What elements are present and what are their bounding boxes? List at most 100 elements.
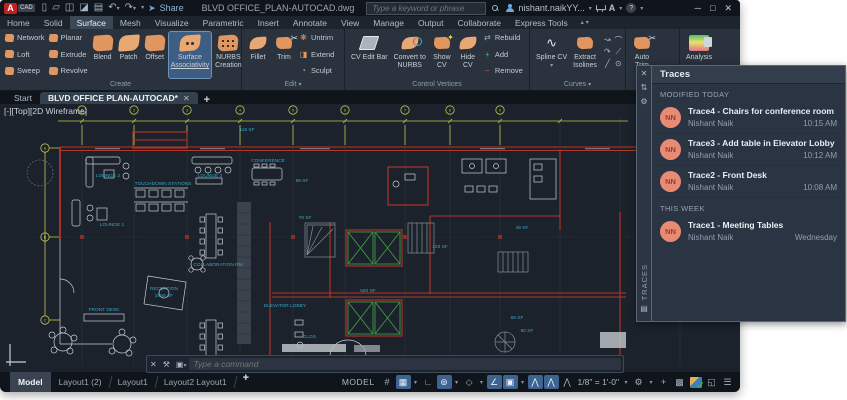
trim-button[interactable]: ✂ Trim (272, 32, 298, 78)
model-space-label[interactable]: MODEL (342, 377, 375, 387)
rebuild-button[interactable]: ⇄ Rebuild (483, 33, 523, 42)
palette-close-icon[interactable]: ✕ (641, 69, 648, 78)
qat-dropdown-icon[interactable]: ▾ (141, 3, 144, 13)
search-box[interactable] (366, 1, 487, 15)
layout-tab-layout2[interactable]: Layout2 Layout1 (156, 372, 235, 392)
isolate-objects-icon[interactable]: ▩ (672, 375, 687, 389)
new-layout-button[interactable]: + (235, 372, 257, 392)
snap-mode-icon[interactable]: ▦ (395, 375, 411, 389)
redo-icon[interactable]: ↷▾ (125, 2, 136, 14)
object-snap-icon[interactable]: ▣ (502, 375, 518, 389)
command-input[interactable] (189, 358, 621, 370)
layout-tab-model[interactable]: Model (10, 372, 51, 392)
trace-list-item[interactable]: NN Trace1 - Meeting Tables Nishant Naik W… (652, 216, 845, 247)
maximize-button[interactable]: □ (710, 3, 715, 13)
tab-annotate[interactable]: Annotate (286, 16, 334, 29)
fillet-button[interactable]: Fillet (246, 32, 270, 78)
tab-mesh[interactable]: Mesh (113, 16, 148, 29)
tab-solid[interactable]: Solid (37, 16, 70, 29)
grid-display-icon[interactable]: # (380, 375, 395, 389)
tab-surface[interactable]: Surface (69, 16, 113, 29)
hide-cv-button[interactable]: Hide CV (456, 32, 480, 78)
graphics-performance-icon[interactable] (688, 375, 705, 391)
tab-insert[interactable]: Insert (251, 16, 286, 29)
annotation-visibility-icon[interactable]: ⋀ (527, 375, 543, 389)
isodraft-icon[interactable]: ◇ (462, 375, 477, 389)
sculpt-button[interactable]: ◔ Sculpt (299, 66, 334, 75)
command-input-area[interactable] (189, 358, 621, 370)
help-button[interactable]: ? (626, 3, 637, 13)
store-cart-icon[interactable] (596, 5, 605, 12)
annotation-autoscale-icon[interactable]: ⋀ (543, 375, 559, 389)
tab-express-tools[interactable]: Express Tools (508, 16, 575, 29)
spline-cv-button[interactable]: ∿ Spline CV ▾ (534, 32, 569, 78)
curve-tool-icon[interactable]: ╱ (602, 59, 613, 71)
annotation-monitor-icon[interactable]: + (656, 375, 671, 389)
nurbs-creation-toggle[interactable]: NURBS Creation (213, 32, 243, 78)
curve-tool-icon[interactable]: ↷ (602, 47, 613, 59)
close-command-icon[interactable]: ✕ (150, 360, 157, 369)
viewport-controls[interactable]: [-][Top][2D Wireframe] (4, 106, 87, 116)
add-cv-button[interactable]: + Add (483, 50, 523, 59)
snap-caret-icon[interactable]: ▾ (412, 375, 420, 389)
trace-list-item[interactable]: NN Trace3 - Add table in Elevator Lobby … (652, 133, 845, 165)
planar-button[interactable]: Planar (47, 33, 88, 42)
polar-caret-icon[interactable]: ▾ (453, 375, 461, 389)
extrude-button[interactable]: Extrude (47, 50, 88, 59)
customize-wrench-icon[interactable]: ⚒ (163, 360, 170, 369)
annotation-scale-icon[interactable]: ⋀ (560, 375, 575, 389)
tab-output[interactable]: Output (411, 16, 451, 29)
app-menu-button[interactable]: A CAD (4, 2, 35, 14)
extract-isolines-button[interactable]: Extract Isolines (571, 32, 599, 78)
loft-button[interactable]: Loft (4, 50, 45, 59)
extend-button[interactable]: ◨ Extend (299, 50, 335, 59)
workspace-caret-icon[interactable]: ▾ (647, 375, 655, 389)
sweep-button[interactable]: Sweep (4, 66, 45, 75)
save-as-icon[interactable]: ◪ (79, 3, 88, 13)
ribbon-collapse-control[interactable]: ▴ ▾ (581, 16, 589, 29)
recent-commands-icon[interactable]: ▣▾ (176, 360, 187, 369)
palette-autohide-icon[interactable]: ⇅ (641, 83, 648, 92)
cv-edit-bar-button[interactable]: CV Edit Bar (349, 32, 390, 78)
scale-caret-icon[interactable]: ▾ (622, 375, 630, 389)
save-icon[interactable]: ◫ (65, 3, 74, 13)
undo-icon[interactable]: ↶▾ (108, 2, 119, 14)
clean-screen-icon[interactable]: ◱ (704, 375, 719, 389)
polar-tracking-icon[interactable]: ⊚ (436, 375, 452, 389)
curve-tool-icon[interactable]: ↝ (602, 35, 613, 47)
command-line-bar[interactable]: ✕ ⚒ ▣▾ (146, 355, 624, 373)
osnap-caret-icon[interactable]: ▾ (519, 375, 527, 389)
minimize-button[interactable]: ─ (695, 3, 701, 13)
workspace-gear-icon[interactable]: ⚙ (631, 375, 646, 389)
share-button[interactable]: Share (160, 3, 184, 13)
network-button[interactable]: Network (4, 33, 45, 42)
tab-collaborate[interactable]: Collaborate (450, 16, 507, 29)
close-button[interactable]: ✕ (724, 3, 732, 14)
panel-label-control-vertices[interactable]: Control Vertices (345, 80, 529, 90)
convert-to-nurbs-button[interactable]: Convert to NURBS (392, 32, 428, 78)
object-snap-tracking-icon[interactable]: ∠ (486, 375, 502, 389)
trace-list-item[interactable]: NN Trace2 - Front Desk Nishant Naik 10:08… (652, 165, 845, 197)
plot-icon[interactable]: ▤ (94, 3, 103, 13)
palette-page-icon[interactable]: ▤ (640, 304, 648, 313)
trace-list-item[interactable]: NN Trace4 - Chairs for conference room N… (652, 102, 845, 133)
remove-cv-button[interactable]: − Remove (483, 66, 523, 75)
panel-label-create[interactable]: Create (0, 80, 241, 90)
layout-tab-layout1[interactable]: Layout1 (110, 372, 156, 392)
palette-properties-icon[interactable]: ⚙ (640, 97, 647, 106)
tab-manage[interactable]: Manage (366, 16, 411, 29)
tab-parametric[interactable]: Parametric (196, 16, 251, 29)
blend-button[interactable]: Blend (91, 32, 115, 78)
close-tab-icon[interactable]: ✕ (183, 94, 190, 103)
new-file-icon[interactable]: ▯ (42, 3, 48, 13)
surface-associativity-toggle[interactable]: Surface Associativity (167, 31, 213, 79)
search-icon[interactable] (492, 4, 499, 12)
show-cv-button[interactable]: ✦ Show CV (430, 32, 454, 78)
drawing-viewport[interactable]: [-][Top][2D Wireframe] LOUNGE 2 LOUNGE 3… (0, 104, 740, 372)
revolve-button[interactable]: Revolve (47, 66, 88, 75)
curve-tool-icon[interactable]: ⟋ (613, 47, 624, 59)
tab-visualize[interactable]: Visualize (148, 16, 196, 29)
annotation-scale-value[interactable]: 1/8" = 1'-0" (578, 377, 619, 387)
tab-home[interactable]: Home (0, 16, 37, 29)
untrim-button[interactable]: ❋ Untrim (299, 33, 334, 42)
